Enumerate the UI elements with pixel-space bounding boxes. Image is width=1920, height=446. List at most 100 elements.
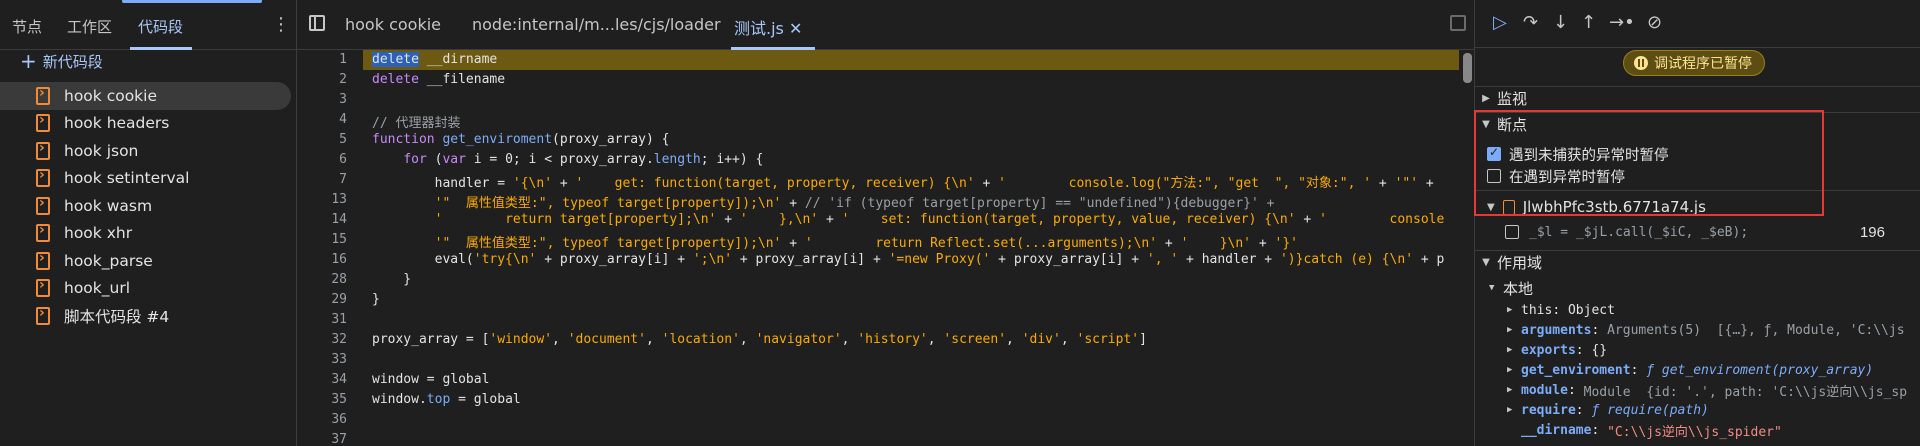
code-line: delete __filename bbox=[372, 72, 506, 87]
line-number[interactable]: 7 bbox=[297, 172, 347, 187]
scope-item[interactable]: __dirname: "C:\\js逆向\\js_spider" bbox=[1507, 420, 1782, 440]
new-snippet-button[interactable]: + 新代码段 bbox=[20, 48, 103, 74]
line-number[interactable]: 16 bbox=[297, 252, 347, 267]
pause-caught-option[interactable]: 在遇到异常时暂停 bbox=[1487, 166, 1625, 186]
line-number[interactable]: 13 bbox=[297, 192, 347, 207]
line-number[interactable]: 6 bbox=[297, 152, 347, 167]
pause-caught-checkbox[interactable] bbox=[1487, 169, 1501, 183]
step-over-icon[interactable]: ↷ bbox=[1523, 12, 1538, 33]
snippet-label: 脚本代码段 #4 bbox=[64, 307, 170, 326]
code-line: eval('try{\n' + proxy_array[i] + ';\n' +… bbox=[372, 252, 1445, 267]
expand-triangle-icon: ▶ bbox=[1507, 405, 1513, 415]
line-number[interactable]: 34 bbox=[297, 372, 347, 387]
breakpoint-line-number: 196 bbox=[1859, 223, 1885, 241]
tab-snippets[interactable]: 代码段 bbox=[138, 16, 183, 37]
snippet-item[interactable]: hook setinterval bbox=[0, 165, 297, 193]
snippet-item[interactable]: hook headers bbox=[0, 110, 297, 138]
scope-item[interactable]: ▶ arguments: Arguments(5) [{…}, ƒ, Module… bbox=[1507, 320, 1905, 340]
editor-tab[interactable]: node:internal/m...les/cjs/loader bbox=[472, 15, 721, 34]
breakpoint-checkbox[interactable] bbox=[1505, 225, 1519, 239]
snippet-item[interactable]: hook json bbox=[0, 137, 297, 165]
pause-icon bbox=[1634, 56, 1648, 70]
plus-icon: + bbox=[20, 49, 37, 73]
step-into-icon[interactable]: ↓ bbox=[1553, 12, 1568, 33]
code-line: window = global bbox=[372, 372, 490, 387]
code-line: for (var i = 0; i < proxy_array.length; … bbox=[403, 152, 764, 167]
line-number[interactable]: 32 bbox=[297, 332, 347, 347]
breakpoints-section-label: 断点 bbox=[1497, 115, 1528, 134]
line-number[interactable]: 4 bbox=[297, 112, 347, 127]
scrollbar-track[interactable] bbox=[1461, 50, 1474, 446]
line-number[interactable]: 5 bbox=[297, 132, 347, 147]
scope-section-label: 作用域 bbox=[1497, 253, 1543, 272]
line-number[interactable]: 31 bbox=[297, 312, 347, 327]
line-number[interactable]: 2 bbox=[297, 72, 347, 87]
snippet-item[interactable]: 脚本代码段 #4 bbox=[0, 302, 297, 330]
tab-nodes[interactable]: 节点 bbox=[12, 16, 42, 37]
breakpoint-code: _$l = _$jL.call(_$iC, _$eB); bbox=[1529, 224, 1749, 240]
snippet-item[interactable]: hook_parse bbox=[0, 247, 297, 275]
snippet-file-icon bbox=[36, 85, 50, 105]
new-snippet-label: 新代码段 bbox=[42, 52, 103, 71]
editor-tab[interactable]: hook cookie bbox=[345, 15, 441, 34]
code-editor-pane: hook cookie node:internal/m...les/cjs/lo… bbox=[297, 0, 1474, 446]
scope-item[interactable]: ▶ get_enviroment: ƒ get_enviroment(proxy_… bbox=[1507, 360, 1873, 380]
paused-status-badge: 调试程序已暂停 bbox=[1623, 50, 1765, 76]
code-line: '" 属性值类型:", typeof target[property]);\n'… bbox=[434, 236, 1298, 251]
snippet-item[interactable]: hook xhr bbox=[0, 220, 297, 248]
scope-item[interactable]: ▶ module: Module {id: '.', path: 'C:\\js逆… bbox=[1507, 380, 1907, 400]
breakpoint-file-row[interactable]: ▼ JlwbhPfc3stb.6771a74.js bbox=[1487, 198, 1706, 216]
sources-sidebar: 节点 工作区 代码段 ⋮ + 新代码段 hook cookie hook hea… bbox=[0, 0, 297, 446]
editor-tab-active[interactable]: 测试.js ✕ bbox=[734, 15, 802, 39]
pause-uncaught-option[interactable]: 遇到未捕获的异常时暂停 bbox=[1487, 144, 1669, 164]
resume-icon[interactable]: ▷ bbox=[1493, 12, 1507, 33]
line-number[interactable]: 29 bbox=[297, 292, 347, 307]
scope-key: get_enviroment bbox=[1521, 362, 1631, 378]
close-tab-icon[interactable]: ✕ bbox=[789, 19, 802, 38]
snippet-item[interactable]: hook cookie bbox=[0, 82, 291, 110]
scope-value: Module {id: '.', path: 'C:\\js逆向\\js_sp bbox=[1583, 384, 1908, 400]
toggle-navigator-icon[interactable] bbox=[309, 15, 325, 31]
line-number[interactable]: 28 bbox=[297, 272, 347, 287]
step-icon[interactable]: →• bbox=[1609, 12, 1635, 33]
code-area[interactable]: 1 2 3 4 5 6 7 13 14 15 16 28 29 31 32 33… bbox=[297, 50, 1474, 446]
line-number[interactable]: 33 bbox=[297, 352, 347, 367]
expand-triangle-icon: ▶ bbox=[1507, 305, 1513, 315]
snippet-file-icon bbox=[36, 140, 50, 160]
breakpoints-section-header[interactable]: ▼ 断点 bbox=[1475, 113, 1920, 135]
scope-item[interactable]: ▶ require: ƒ require(path) bbox=[1507, 400, 1709, 420]
scope-item[interactable]: ▶ exports: {} bbox=[1507, 340, 1607, 360]
expand-triangle-icon: ▶ bbox=[1507, 385, 1513, 395]
scope-item[interactable]: ▶ this: Object bbox=[1507, 300, 1615, 320]
collapse-triangle-icon: ▼ bbox=[1482, 118, 1490, 130]
more-options-icon[interactable]: ⋮ bbox=[272, 14, 290, 35]
local-scope-header[interactable]: ▼ 本地 bbox=[1489, 278, 1533, 298]
line-number[interactable]: 1 bbox=[297, 52, 347, 67]
expand-triangle-icon: ▶ bbox=[1482, 92, 1490, 104]
line-number[interactable]: 35 bbox=[297, 392, 347, 407]
line-number[interactable]: 14 bbox=[297, 212, 347, 227]
collapse-triangle-icon: ▼ bbox=[1482, 256, 1490, 268]
scope-value: {} bbox=[1591, 342, 1608, 358]
line-number[interactable]: 37 bbox=[297, 432, 347, 446]
snippet-item[interactable]: hook wasm bbox=[0, 192, 297, 220]
scope-value: ƒ get_enviroment(proxy_array) bbox=[1646, 362, 1874, 378]
tab-workspace[interactable]: 工作区 bbox=[67, 16, 112, 37]
deactivate-breakpoints-icon[interactable]: ⊘ bbox=[1647, 12, 1662, 33]
pause-uncaught-checkbox[interactable] bbox=[1487, 145, 1501, 161]
snippet-item[interactable]: hook_url bbox=[0, 275, 297, 303]
scope-section-header[interactable]: ▼ 作用域 bbox=[1475, 251, 1920, 273]
debugger-sidebar: ▷ ↷ ↓ ↑ →• ⊘ 调试程序已暂停 ▶ 监视 ▼ 断点 遇到未捕获的异常时… bbox=[1474, 0, 1920, 446]
scope-value: ƒ require(path) bbox=[1591, 402, 1709, 418]
pause-caught-label: 在遇到异常时暂停 bbox=[1509, 169, 1625, 186]
watch-section-header[interactable]: ▶ 监视 bbox=[1475, 87, 1920, 109]
breakpoint-entry[interactable]: _$l = _$jL.call(_$iC, _$eB); 196 bbox=[1505, 222, 1915, 242]
line-number[interactable]: 3 bbox=[297, 92, 347, 107]
scrollbar-thumb[interactable] bbox=[1463, 53, 1472, 83]
line-number[interactable]: 36 bbox=[297, 412, 347, 427]
snippet-label: hook xhr bbox=[64, 224, 133, 243]
toggle-debugger-icon[interactable] bbox=[1450, 15, 1466, 31]
line-number[interactable]: 15 bbox=[297, 232, 347, 247]
step-out-icon[interactable]: ↑ bbox=[1581, 12, 1596, 33]
expand-triangle-icon: ▶ bbox=[1507, 325, 1513, 335]
